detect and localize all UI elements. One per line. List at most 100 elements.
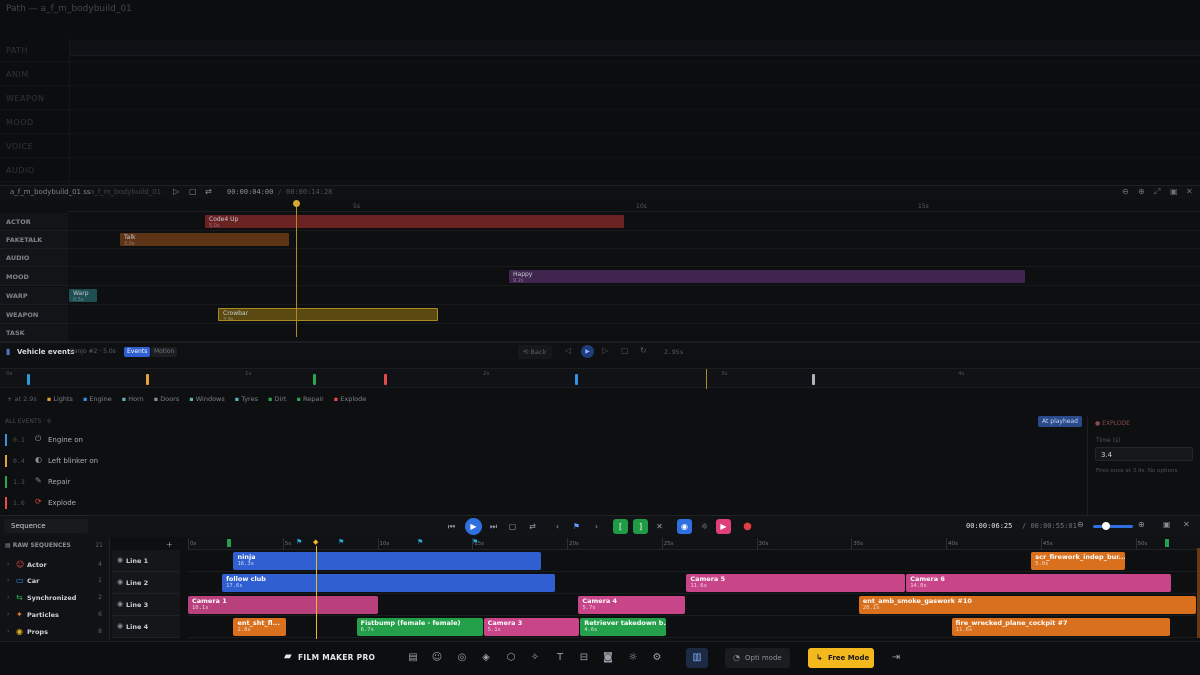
sequence-line-2[interactable]: follow club 17.6s Camera 5 11.6s Camera 6 14.… <box>188 572 1200 594</box>
sequence-playhead[interactable] <box>316 546 317 639</box>
track-audio[interactable] <box>68 249 1200 267</box>
stop-icon[interactable]: ▢ <box>621 346 629 355</box>
category-particles[interactable]: › ✦ Particles 6 <box>0 607 110 623</box>
at-playhead-button[interactable]: At playhead <box>1038 416 1082 427</box>
sequence-title[interactable]: Sequence <box>4 519 88 533</box>
zoom-slider-thumb[interactable] <box>1102 522 1110 530</box>
sequence-clip[interactable]: Camera 1 10.1s <box>188 596 379 614</box>
skip-start-icon[interactable]: ⏮ <box>444 519 459 534</box>
legend-tyres[interactable]: ▪ Tyres <box>233 394 260 406</box>
camera-icon[interactable]: ◙ <box>601 651 615 665</box>
category-props[interactable]: › ◉ Props 8 <box>0 624 110 640</box>
sequence-clip[interactable]: Camera 6 14.0s <box>906 574 1171 592</box>
add-line-icon[interactable]: + <box>166 540 173 549</box>
clip-editor-ruler[interactable]: 5s 10s 15s <box>68 200 1200 212</box>
clear-marks-icon[interactable]: ✕ <box>652 519 667 534</box>
category-actor[interactable]: › ☺ Actor 4 <box>0 557 110 573</box>
sequence-clip[interactable]: Camera 5 11.6s <box>686 574 906 592</box>
line-label-4[interactable]: ◉ Line 4 <box>112 616 180 638</box>
legend-windows[interactable]: ▪ Windows <box>187 394 227 406</box>
legend-explode[interactable]: ▪ Explode <box>332 394 368 406</box>
clip-editor-playhead[interactable] <box>296 203 297 337</box>
vehicle-event-marker[interactable] <box>27 374 30 385</box>
vehicle-event-marker[interactable] <box>384 374 387 385</box>
sequence-clip[interactable]: ninja 16.3s <box>233 552 542 570</box>
reset-icon[interactable]: ↻ <box>640 346 647 355</box>
track-weapon[interactable]: Crowbar 3.9s <box>68 306 1200 324</box>
event-row[interactable]: 1.6 ⟳ Explode <box>0 493 1085 513</box>
legend-repair[interactable]: ▪ Repair <box>295 394 326 406</box>
mark-out-button[interactable]: ] <box>633 519 648 534</box>
camera-button[interactable]: ▶ <box>716 519 731 534</box>
eye-icon[interactable]: ◉ <box>117 600 123 608</box>
track-task[interactable] <box>68 324 1200 342</box>
vehicle-events-track[interactable]: 0s 1s 2s 3s 4s <box>0 368 1200 389</box>
category-synchronized[interactable]: › ⇆ Synchronized 2 <box>0 590 110 606</box>
clip-editor-name[interactable]: a_f_m_bodybuild_01 ss <box>10 188 91 196</box>
line-label-3[interactable]: ◉ Line 3 <box>112 594 180 616</box>
tab-motion[interactable]: Motion <box>151 347 178 357</box>
eye-icon[interactable]: ◉ <box>117 578 123 586</box>
category-car[interactable]: › ▭ Car 1 <box>0 573 110 589</box>
vehicle-event-marker[interactable] <box>146 374 149 385</box>
tab-events[interactable]: Events <box>124 347 151 357</box>
clip-mood[interactable]: Happy 9.2s <box>509 270 1025 283</box>
sequence-clip[interactable]: Camera 3 5.1s <box>483 618 580 636</box>
sequence-clip[interactable]: ent_amb_smoke_gaswork #10 20.1s <box>858 596 1196 614</box>
exit-icon[interactable]: ⇥ <box>889 651 903 665</box>
vehicle-event-marker[interactable] <box>812 374 815 385</box>
car-icon[interactable]: ⊟ <box>577 651 591 665</box>
film-icon[interactable]: ▤ <box>406 651 420 665</box>
people-icon[interactable]: ☺ <box>430 651 444 665</box>
playhead-handle[interactable] <box>293 200 300 207</box>
sun-icon[interactable]: ☼ <box>626 651 640 665</box>
flag-marker-icon[interactable]: ⚑ <box>417 538 423 546</box>
legend-lights[interactable]: ▪ Lights <box>45 394 75 406</box>
legend-dirt[interactable]: ▪ Dirt <box>266 394 289 406</box>
clip-faketalk[interactable]: Talk 3.0s <box>120 233 289 246</box>
sequence-clip[interactable]: Retriever takedown b... 4.6s <box>580 618 667 636</box>
save-icon[interactable]: ▣ <box>1163 520 1171 529</box>
eye-icon[interactable]: ◉ <box>117 622 123 630</box>
opti-mode-button[interactable]: ◔ Opti mode <box>725 648 790 668</box>
sun-icon[interactable]: ☼ <box>697 519 712 534</box>
flag-marker-icon[interactable]: ⚑ <box>472 538 478 546</box>
line-label-2[interactable]: ◉ Line 2 <box>112 572 180 594</box>
line-label-1[interactable]: ◉ Line 1 <box>112 550 180 572</box>
legend-doors[interactable]: ▪ Doors <box>152 394 182 406</box>
mark-out-marker[interactable] <box>1165 539 1169 547</box>
play-button[interactable]: ▶ <box>465 518 482 535</box>
clip-weapon[interactable]: Crowbar 3.9s <box>218 308 438 321</box>
vehicle-event-marker[interactable] <box>313 374 316 385</box>
event-row[interactable]: 1.3 ✎ Repair <box>0 472 1085 492</box>
cube-icon[interactable]: ⬡ <box>504 651 518 665</box>
vehicle-playhead[interactable] <box>706 369 707 389</box>
zoom-out-icon[interactable]: ⊖ <box>1122 187 1129 196</box>
legend-horn[interactable]: ▪ Horn <box>120 394 146 406</box>
prev-icon[interactable]: ‹ <box>550 519 565 534</box>
step-forward-icon[interactable]: ▷ <box>602 346 608 355</box>
track-faketalk[interactable]: Talk 3.0s <box>68 231 1200 249</box>
sequence-clip[interactable]: Fistbump (female - female) 6.7s <box>356 618 483 636</box>
step-back-icon[interactable]: ◁ <box>565 346 571 355</box>
flag-marker-icon[interactable]: ⚑ <box>338 538 344 546</box>
sequence-clip[interactable]: Camera 4 5.7s <box>578 596 686 614</box>
shield-icon[interactable]: ◈ <box>479 651 493 665</box>
close-icon[interactable]: ✕ <box>1183 520 1190 529</box>
mark-in-button[interactable]: [ <box>613 519 628 534</box>
sequence-clip[interactable]: fire_wrecked_plane_cockpit #7 11.6s <box>951 618 1171 636</box>
sequence-line-3[interactable]: Camera 1 10.1s Camera 4 5.7s ent_amb_smoke_g… <box>188 594 1200 616</box>
flag-marker-icon[interactable]: ⚑ <box>296 538 302 546</box>
zoom-out-icon[interactable]: ⊖ <box>1077 520 1084 529</box>
record-icon[interactable]: ● <box>740 519 755 534</box>
playhead-handle[interactable]: ◆ <box>313 538 318 546</box>
play-icon[interactable]: ▷ <box>173 187 179 196</box>
mark-in-marker[interactable] <box>227 539 231 547</box>
stop-icon[interactable]: ▢ <box>505 519 520 534</box>
legend-engine[interactable]: ▪ Engine <box>81 394 114 406</box>
sequence-line-4[interactable]: ent_sht_fl... 2.8s Fistbump (female - fema… <box>188 616 1200 638</box>
flag-icon[interactable]: ⚑ <box>569 519 584 534</box>
timeline-toggle-icon[interactable]: ▥ <box>686 648 708 668</box>
zoom-slider[interactable] <box>1093 525 1133 528</box>
sequence-line-1[interactable]: ninja 16.3s scr_firework_indep_bur... 5.0s <box>188 550 1200 572</box>
